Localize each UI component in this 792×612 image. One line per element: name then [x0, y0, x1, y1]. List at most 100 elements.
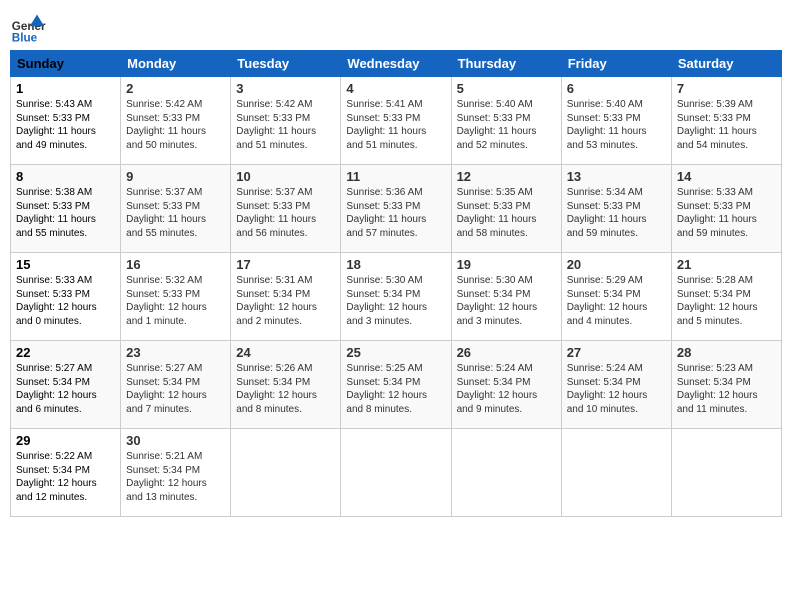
day-number: 11	[346, 169, 445, 184]
cell-content: Sunrise: 5:39 AMSunset: 5:33 PMDaylight:…	[677, 99, 757, 151]
day-number: 17	[236, 257, 335, 272]
cell-content: Sunrise: 5:23 AMSunset: 5:34 PMDaylight:…	[677, 363, 758, 415]
cell-content: Sunrise: 5:40 AMSunset: 5:33 PMDaylight:…	[457, 99, 537, 151]
cell-content: Sunrise: 5:37 AMSunset: 5:33 PMDaylight:…	[236, 187, 316, 239]
cell-content: Sunrise: 5:40 AMSunset: 5:33 PMDaylight:…	[567, 99, 647, 151]
cell-content: Sunrise: 5:28 AMSunset: 5:34 PMDaylight:…	[677, 275, 758, 327]
day-number: 23	[126, 345, 225, 360]
cell-content: Sunrise: 5:42 AMSunset: 5:33 PMDaylight:…	[126, 99, 206, 151]
day-number: 14	[677, 169, 776, 184]
calendar-cell: 5 Sunrise: 5:40 AMSunset: 5:33 PMDayligh…	[451, 77, 561, 165]
cell-content: Sunrise: 5:34 AMSunset: 5:33 PMDaylight:…	[567, 187, 647, 239]
calendar-cell: 13 Sunrise: 5:34 AMSunset: 5:33 PMDaylig…	[561, 165, 671, 253]
cell-content: Sunrise: 5:24 AMSunset: 5:34 PMDaylight:…	[567, 363, 648, 415]
calendar-cell: 9 Sunrise: 5:37 AMSunset: 5:33 PMDayligh…	[121, 165, 231, 253]
logo: General Blue	[10, 10, 46, 46]
cell-content: Sunrise: 5:36 AMSunset: 5:33 PMDaylight:…	[346, 187, 426, 239]
cell-content: Sunrise: 5:27 AMSunset: 5:34 PMDaylight:…	[126, 363, 207, 415]
cell-content: Sunrise: 5:38 AMSunset: 5:33 PMDaylight:…	[16, 187, 96, 239]
calendar-cell: 2 Sunrise: 5:42 AMSunset: 5:33 PMDayligh…	[121, 77, 231, 165]
day-number: 6	[567, 81, 666, 96]
calendar-cell: 3 Sunrise: 5:42 AMSunset: 5:33 PMDayligh…	[231, 77, 341, 165]
day-number: 15	[16, 257, 115, 272]
cell-content: Sunrise: 5:31 AMSunset: 5:34 PMDaylight:…	[236, 275, 317, 327]
cell-content: Sunrise: 5:21 AMSunset: 5:34 PMDaylight:…	[126, 451, 207, 503]
calendar-cell: 22 Sunrise: 5:27 AMSunset: 5:34 PMDaylig…	[11, 341, 121, 429]
calendar-cell: 7 Sunrise: 5:39 AMSunset: 5:33 PMDayligh…	[671, 77, 781, 165]
cell-content: Sunrise: 5:24 AMSunset: 5:34 PMDaylight:…	[457, 363, 538, 415]
day-number: 10	[236, 169, 335, 184]
calendar-cell	[231, 429, 341, 517]
header-monday: Monday	[121, 51, 231, 77]
header-sunday: Sunday	[11, 51, 121, 77]
calendar-cell: 8 Sunrise: 5:38 AMSunset: 5:33 PMDayligh…	[11, 165, 121, 253]
day-number: 12	[457, 169, 556, 184]
cell-content: Sunrise: 5:42 AMSunset: 5:33 PMDaylight:…	[236, 99, 316, 151]
calendar-cell: 27 Sunrise: 5:24 AMSunset: 5:34 PMDaylig…	[561, 341, 671, 429]
cell-content: Sunrise: 5:35 AMSunset: 5:33 PMDaylight:…	[457, 187, 537, 239]
cell-content: Sunrise: 5:32 AMSunset: 5:33 PMDaylight:…	[126, 275, 207, 327]
calendar-table: SundayMondayTuesdayWednesdayThursdayFrid…	[10, 50, 782, 517]
calendar-cell	[671, 429, 781, 517]
day-number: 22	[16, 345, 115, 360]
calendar-cell: 6 Sunrise: 5:40 AMSunset: 5:33 PMDayligh…	[561, 77, 671, 165]
calendar-cell: 14 Sunrise: 5:33 AMSunset: 5:33 PMDaylig…	[671, 165, 781, 253]
day-number: 18	[346, 257, 445, 272]
cell-content: Sunrise: 5:26 AMSunset: 5:34 PMDaylight:…	[236, 363, 317, 415]
calendar-week-3: 15 Sunrise: 5:33 AMSunset: 5:33 PMDaylig…	[11, 253, 782, 341]
calendar-cell: 15 Sunrise: 5:33 AMSunset: 5:33 PMDaylig…	[11, 253, 121, 341]
cell-content: Sunrise: 5:43 AMSunset: 5:33 PMDaylight:…	[16, 99, 96, 151]
day-number: 27	[567, 345, 666, 360]
calendar-cell: 4 Sunrise: 5:41 AMSunset: 5:33 PMDayligh…	[341, 77, 451, 165]
calendar-cell: 1 Sunrise: 5:43 AMSunset: 5:33 PMDayligh…	[11, 77, 121, 165]
day-number: 3	[236, 81, 335, 96]
day-number: 29	[16, 433, 115, 448]
day-number: 1	[16, 81, 115, 96]
calendar-cell: 28 Sunrise: 5:23 AMSunset: 5:34 PMDaylig…	[671, 341, 781, 429]
cell-content: Sunrise: 5:37 AMSunset: 5:33 PMDaylight:…	[126, 187, 206, 239]
day-number: 24	[236, 345, 335, 360]
day-number: 4	[346, 81, 445, 96]
calendar-header-row: SundayMondayTuesdayWednesdayThursdayFrid…	[11, 51, 782, 77]
cell-content: Sunrise: 5:29 AMSunset: 5:34 PMDaylight:…	[567, 275, 648, 327]
calendar-cell: 17 Sunrise: 5:31 AMSunset: 5:34 PMDaylig…	[231, 253, 341, 341]
calendar-cell: 23 Sunrise: 5:27 AMSunset: 5:34 PMDaylig…	[121, 341, 231, 429]
day-number: 2	[126, 81, 225, 96]
svg-text:Blue: Blue	[12, 32, 38, 45]
day-number: 16	[126, 257, 225, 272]
cell-content: Sunrise: 5:33 AMSunset: 5:33 PMDaylight:…	[677, 187, 757, 239]
header-saturday: Saturday	[671, 51, 781, 77]
header-thursday: Thursday	[451, 51, 561, 77]
day-number: 28	[677, 345, 776, 360]
header-friday: Friday	[561, 51, 671, 77]
cell-content: Sunrise: 5:41 AMSunset: 5:33 PMDaylight:…	[346, 99, 426, 151]
cell-content: Sunrise: 5:30 AMSunset: 5:34 PMDaylight:…	[457, 275, 538, 327]
day-number: 5	[457, 81, 556, 96]
calendar-cell	[561, 429, 671, 517]
day-number: 26	[457, 345, 556, 360]
calendar-week-5: 29 Sunrise: 5:22 AMSunset: 5:34 PMDaylig…	[11, 429, 782, 517]
calendar-cell: 30 Sunrise: 5:21 AMSunset: 5:34 PMDaylig…	[121, 429, 231, 517]
day-number: 8	[16, 169, 115, 184]
calendar-cell: 25 Sunrise: 5:25 AMSunset: 5:34 PMDaylig…	[341, 341, 451, 429]
calendar-cell: 11 Sunrise: 5:36 AMSunset: 5:33 PMDaylig…	[341, 165, 451, 253]
cell-content: Sunrise: 5:22 AMSunset: 5:34 PMDaylight:…	[16, 451, 97, 503]
calendar-cell: 21 Sunrise: 5:28 AMSunset: 5:34 PMDaylig…	[671, 253, 781, 341]
header-wednesday: Wednesday	[341, 51, 451, 77]
calendar-cell: 26 Sunrise: 5:24 AMSunset: 5:34 PMDaylig…	[451, 341, 561, 429]
day-number: 7	[677, 81, 776, 96]
day-number: 9	[126, 169, 225, 184]
calendar-week-1: 1 Sunrise: 5:43 AMSunset: 5:33 PMDayligh…	[11, 77, 782, 165]
calendar-cell	[451, 429, 561, 517]
cell-content: Sunrise: 5:27 AMSunset: 5:34 PMDaylight:…	[16, 363, 97, 415]
calendar-week-4: 22 Sunrise: 5:27 AMSunset: 5:34 PMDaylig…	[11, 341, 782, 429]
calendar-cell: 20 Sunrise: 5:29 AMSunset: 5:34 PMDaylig…	[561, 253, 671, 341]
calendar-cell: 19 Sunrise: 5:30 AMSunset: 5:34 PMDaylig…	[451, 253, 561, 341]
day-number: 20	[567, 257, 666, 272]
calendar-cell: 24 Sunrise: 5:26 AMSunset: 5:34 PMDaylig…	[231, 341, 341, 429]
day-number: 25	[346, 345, 445, 360]
day-number: 21	[677, 257, 776, 272]
cell-content: Sunrise: 5:33 AMSunset: 5:33 PMDaylight:…	[16, 275, 97, 327]
logo-icon: General Blue	[10, 10, 46, 46]
cell-content: Sunrise: 5:25 AMSunset: 5:34 PMDaylight:…	[346, 363, 427, 415]
